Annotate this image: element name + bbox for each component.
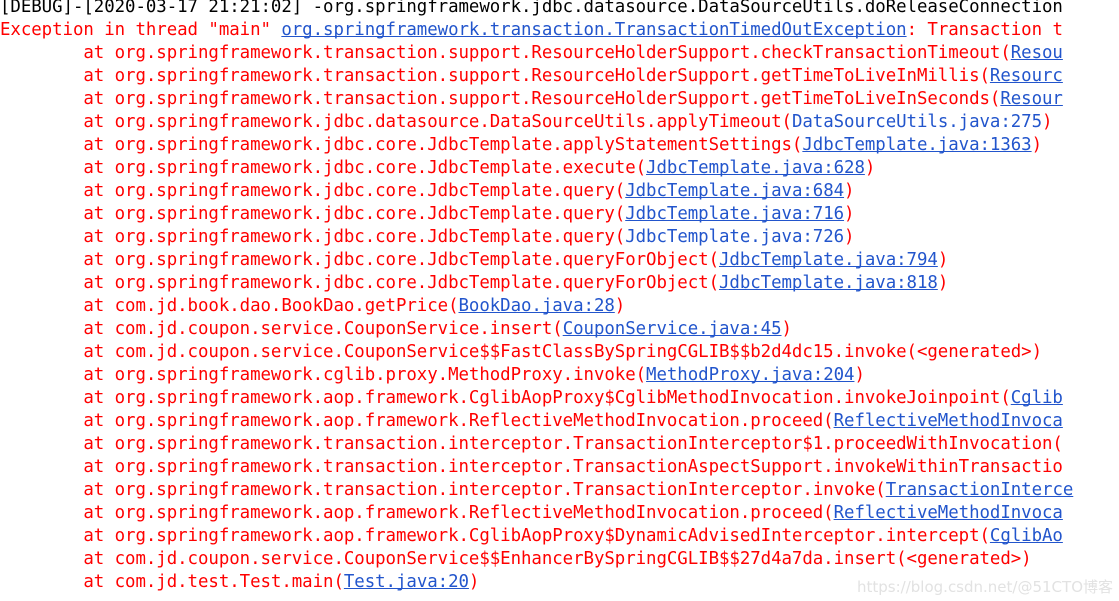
source-link[interactable]: TransactionInterce — [886, 480, 1074, 500]
console-line: at org.springframework.jdbc.datasource.D… — [0, 111, 1119, 134]
console-text: at org.springframework.jdbc.core.JdbcTem… — [0, 158, 647, 178]
source-link[interactable]: Cglib — [1011, 388, 1063, 408]
console-text: at com.jd.coupon.service.CouponService.i… — [0, 319, 563, 339]
console-line: at org.springframework.jdbc.core.JdbcTem… — [0, 272, 1119, 295]
console-line: at org.springframework.transaction.inter… — [0, 456, 1119, 479]
console-text: : Transaction t — [906, 20, 1063, 40]
console-text: at com.jd.test.Test.main( — [0, 572, 344, 592]
console-text: ) — [844, 227, 855, 247]
console-text: ) — [844, 204, 855, 224]
source-link[interactable]: JdbcTemplate.java:1363 — [802, 135, 1031, 155]
console-text: ) — [1042, 112, 1053, 132]
console-text: ) — [468, 572, 480, 592]
console-line: at org.springframework.aop.framework.Ref… — [0, 502, 1119, 525]
source-link[interactable]: JdbcTemplate.java:684 — [625, 181, 844, 201]
source-link[interactable]: BookDao.java:28 — [458, 296, 614, 316]
console-text: at org.springframework.cglib.proxy.Metho… — [0, 365, 647, 385]
console-text: at org.springframework.transaction.inter… — [0, 457, 1063, 477]
source-link[interactable]: JdbcTemplate.java:716 — [625, 204, 844, 224]
console-text: ) — [937, 250, 949, 270]
console-line: at org.springframework.jdbc.core.JdbcTem… — [0, 226, 1119, 249]
console-line: at com.jd.coupon.service.CouponService$$… — [0, 341, 1119, 364]
console-line: at org.springframework.jdbc.core.JdbcTem… — [0, 180, 1119, 203]
console-line: [DEBUG]-[2020-03-17 21:21:02] -org.sprin… — [0, 0, 1119, 19]
source-link[interactable]: JdbcTemplate.java:818 — [719, 273, 938, 293]
source-link[interactable]: org.springframework.transaction.Transact… — [281, 20, 906, 40]
source-link[interactable]: JdbcTemplate.java:794 — [719, 250, 938, 270]
console-text: at org.springframework.jdbc.core.JdbcTem… — [0, 273, 719, 293]
console-text: at org.springframework.transaction.inter… — [0, 434, 1063, 454]
console-text: at org.springframework.aop.framework.Ref… — [0, 411, 834, 431]
console-line: at com.jd.test.Test.main(Test.java:20) — [0, 571, 1119, 594]
console-line: at org.springframework.jdbc.core.JdbcTem… — [0, 157, 1119, 180]
console-line: at com.jd.book.dao.BookDao.getPrice(Book… — [0, 295, 1119, 318]
source-link[interactable]: Resour — [1000, 89, 1063, 109]
console-line: at org.springframework.jdbc.core.JdbcTem… — [0, 134, 1119, 157]
source-link[interactable]: Test.java:20 — [344, 572, 469, 592]
console-text: at org.springframework.jdbc.datasource.D… — [0, 112, 792, 132]
console-line: at com.jd.coupon.service.CouponService$$… — [0, 548, 1119, 571]
console-text: ) — [614, 296, 626, 316]
console-text: ) — [854, 365, 865, 385]
console-line: at org.springframework.aop.framework.Ref… — [0, 410, 1119, 433]
console-text: at org.springframework.transaction.suppo… — [0, 89, 1001, 109]
console-line: at org.springframework.transaction.inter… — [0, 479, 1119, 502]
console-line: at org.springframework.transaction.suppo… — [0, 88, 1119, 111]
console-text: ) — [1031, 135, 1043, 155]
console-text: at org.springframework.transaction.inter… — [0, 480, 886, 500]
source-link[interactable]: ReflectiveMethodInvoca — [834, 411, 1063, 431]
source-link[interactable]: ReflectiveMethodInvoca — [834, 503, 1063, 523]
console-text: at org.springframework.transaction.suppo… — [0, 66, 990, 86]
source-link[interactable]: JdbcTemplate.java:628 — [646, 158, 865, 178]
console-line: at org.springframework.jdbc.core.JdbcTem… — [0, 203, 1119, 226]
source-link[interactable]: Resou — [1011, 43, 1063, 63]
console-line: at org.springframework.aop.framework.Cgl… — [0, 525, 1119, 548]
console-text: ) — [864, 158, 876, 178]
stack-trace-line-list: [DEBUG]-[2020-03-17 21:21:02] -org.sprin… — [0, 0, 1119, 594]
console-text: at org.springframework.jdbc.core.JdbcTem… — [0, 250, 719, 270]
console-text: at org.springframework.jdbc.core.JdbcTem… — [0, 204, 626, 224]
console-text: ) — [781, 319, 792, 339]
console-text: at org.springframework.transaction.suppo… — [0, 43, 1011, 63]
console-line: at org.springframework.transaction.inter… — [0, 433, 1119, 456]
console-text: at org.springframework.jdbc.core.JdbcTem… — [0, 135, 803, 155]
console-text: at com.jd.coupon.service.CouponService$$… — [0, 549, 1032, 569]
console-text: at org.springframework.aop.framework.Cgl… — [0, 526, 990, 546]
console-line: at org.springframework.transaction.suppo… — [0, 42, 1119, 65]
console-line: at org.springframework.cglib.proxy.Metho… — [0, 364, 1119, 387]
console-line: at org.springframework.aop.framework.Cgl… — [0, 387, 1119, 410]
source-link[interactable]: Resourc — [990, 66, 1063, 86]
console-text: at org.springframework.aop.framework.Cgl… — [0, 388, 1011, 408]
console-text: at com.jd.coupon.service.CouponService$$… — [0, 342, 1043, 362]
source-link[interactable]: MethodProxy.java:204 — [646, 365, 854, 385]
console-text: at org.springframework.jdbc.core.JdbcTem… — [0, 227, 626, 247]
console-line: at org.springframework.transaction.suppo… — [0, 65, 1119, 88]
console-text: at org.springframework.aop.framework.Ref… — [0, 503, 834, 523]
source-link[interactable]: CouponService.java:45 — [563, 319, 782, 339]
console-text: ) — [844, 181, 855, 201]
console-line: at com.jd.coupon.service.CouponService.i… — [0, 318, 1119, 341]
console-text: ) — [937, 273, 949, 293]
console-line: at org.springframework.jdbc.core.JdbcTem… — [0, 249, 1119, 272]
console-line: Exception in thread "main" org.springfra… — [0, 19, 1119, 42]
source-link[interactable]: CglibAo — [990, 526, 1063, 546]
source-link[interactable]: DataSourceUtils.java:275 — [792, 112, 1042, 132]
console-text: at org.springframework.jdbc.core.JdbcTem… — [0, 181, 626, 201]
console-text: at com.jd.book.dao.BookDao.getPrice( — [0, 296, 459, 316]
console-output-panel[interactable]: [DEBUG]-[2020-03-17 21:21:02] -org.sprin… — [0, 0, 1119, 601]
console-text: Exception in thread "main" — [0, 20, 282, 40]
source-link[interactable]: JdbcTemplate.java:726 — [625, 227, 844, 247]
console-text: [DEBUG]-[2020-03-17 21:21:02] -org.sprin… — [0, 0, 1063, 17]
